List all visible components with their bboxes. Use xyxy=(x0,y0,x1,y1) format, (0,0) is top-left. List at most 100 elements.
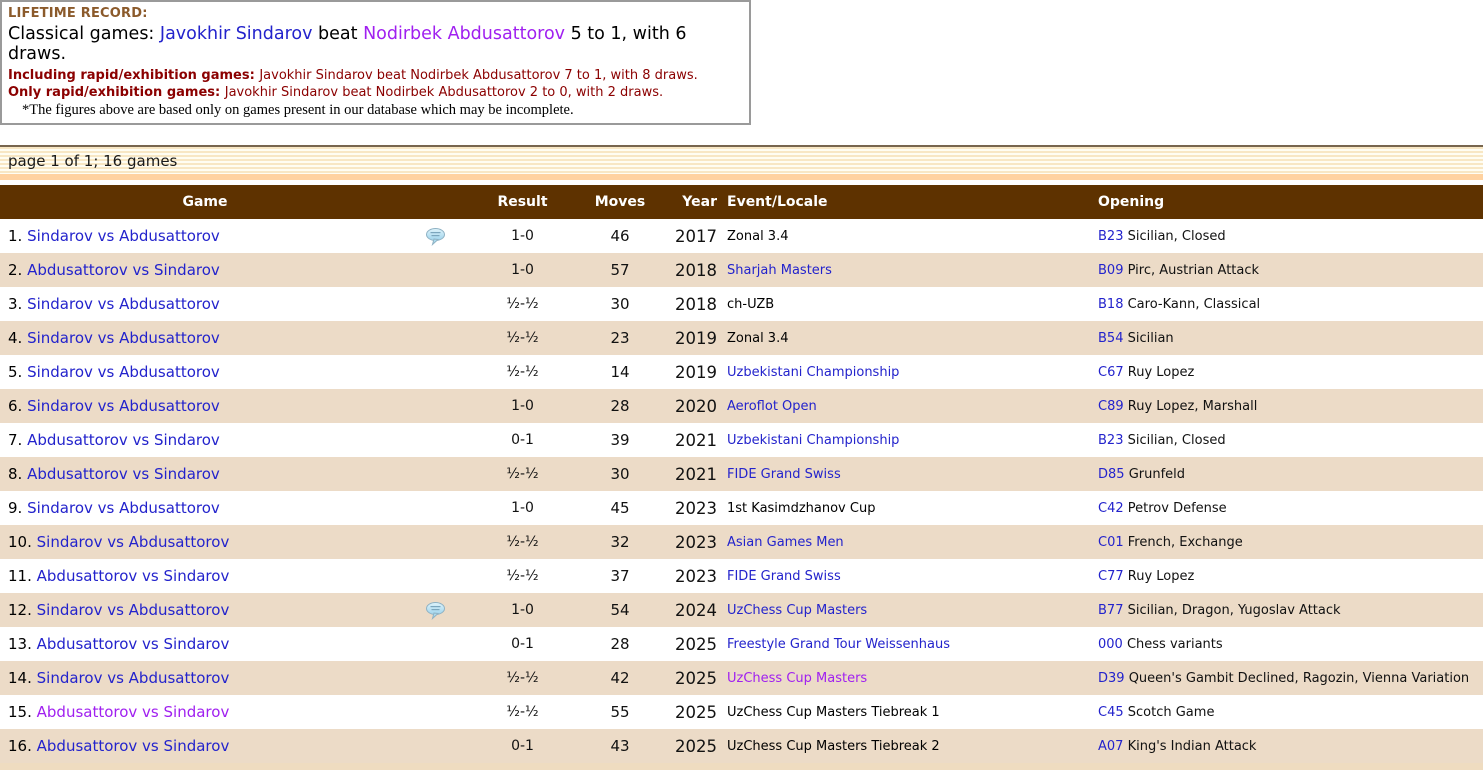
game-number: 5. xyxy=(8,363,22,381)
year-cell: 2025 xyxy=(655,729,717,763)
eco-code-link[interactable]: D39 xyxy=(1098,671,1125,686)
opening-name: Grunfeld xyxy=(1129,467,1185,482)
kibitz-bubble-icon[interactable] xyxy=(425,602,446,620)
event-link: UzChess Cup Masters Tiebreak 2 xyxy=(727,739,940,754)
game-link[interactable]: Sindarov vs Abdusattorov xyxy=(27,363,220,381)
moves-cell: 42 xyxy=(585,661,655,695)
player1-link[interactable]: Javokhir Sindarov xyxy=(160,24,313,44)
eco-code-link[interactable]: A07 xyxy=(1098,739,1123,754)
event-link[interactable]: Sharjah Masters xyxy=(727,263,832,278)
moves-cell: 32 xyxy=(585,525,655,559)
game-link[interactable]: Sindarov vs Abdusattorov xyxy=(37,533,230,551)
next-row-sliver xyxy=(0,763,1483,770)
eco-code-link[interactable]: C45 xyxy=(1098,705,1124,720)
game-number: 10. xyxy=(8,533,32,551)
only-rapid-label: Only rapid/exhibition games: xyxy=(8,85,225,100)
result-cell: 1-0 xyxy=(460,219,585,253)
table-row: 4. Sindarov vs Abdusattorov ½-½ 23 2019 … xyxy=(0,321,1483,355)
eco-code-link[interactable]: B09 xyxy=(1098,263,1123,278)
player2-link[interactable]: Nodirbek Abdusattorov xyxy=(363,24,565,44)
table-row: 7. Abdusattorov vs Sindarov 0-1 39 2021 … xyxy=(0,423,1483,457)
table-row: 5. Sindarov vs Abdusattorov ½-½ 14 2019 … xyxy=(0,355,1483,389)
moves-cell: 54 xyxy=(585,593,655,627)
event-link[interactable]: Asian Games Men xyxy=(727,535,844,550)
opening-name: Chess variants xyxy=(1127,637,1223,652)
game-link[interactable]: Abdusattorov vs Sindarov xyxy=(37,737,230,755)
result-cell: 1-0 xyxy=(460,593,585,627)
opening-name: Sicilian xyxy=(1128,331,1174,346)
eco-code-link[interactable]: B23 xyxy=(1098,229,1123,244)
table-row: 16. Abdusattorov vs Sindarov 0-1 43 2025… xyxy=(0,729,1483,763)
event-link[interactable]: UzChess Cup Masters xyxy=(727,603,867,618)
game-number: 15. xyxy=(8,703,32,721)
event-link[interactable]: FIDE Grand Swiss xyxy=(727,569,841,584)
event-link: 1st Kasimdzhanov Cup xyxy=(727,501,875,516)
game-link[interactable]: Sindarov vs Abdusattorov xyxy=(37,669,230,687)
game-link[interactable]: Abdusattorov vs Sindarov xyxy=(27,261,220,279)
header-opening: Opening xyxy=(1090,185,1483,219)
game-link[interactable]: Sindarov vs Abdusattorov xyxy=(27,329,220,347)
year-cell: 2019 xyxy=(655,355,717,389)
game-link[interactable]: Sindarov vs Abdusattorov xyxy=(27,295,220,313)
game-number: 14. xyxy=(8,669,32,687)
event-link[interactable]: Freestyle Grand Tour Weissenhaus xyxy=(727,637,950,652)
year-cell: 2024 xyxy=(655,593,717,627)
opening-name: Ruy Lopez xyxy=(1128,569,1195,584)
eco-code-link[interactable]: C89 xyxy=(1098,399,1124,414)
result-cell: 0-1 xyxy=(460,729,585,763)
eco-code-link[interactable]: C77 xyxy=(1098,569,1124,584)
table-row: 11. Abdusattorov vs Sindarov ½-½ 37 2023… xyxy=(0,559,1483,593)
result-cell: 0-1 xyxy=(460,423,585,457)
year-cell: 2025 xyxy=(655,661,717,695)
game-link[interactable]: Sindarov vs Abdusattorov xyxy=(27,499,220,517)
result-cell: ½-½ xyxy=(460,321,585,355)
game-link[interactable]: Abdusattorov vs Sindarov xyxy=(37,567,230,585)
eco-code-link[interactable]: B77 xyxy=(1098,603,1123,618)
moves-cell: 46 xyxy=(585,219,655,253)
game-link[interactable]: Sindarov vs Abdusattorov xyxy=(27,227,220,245)
eco-code-link[interactable]: C42 xyxy=(1098,501,1124,516)
game-link[interactable]: Abdusattorov vs Sindarov xyxy=(37,703,230,721)
event-link[interactable]: Aeroflot Open xyxy=(727,399,817,414)
event-link[interactable]: FIDE Grand Swiss xyxy=(727,467,841,482)
kibitz-bubble-icon[interactable] xyxy=(425,228,446,246)
opening-name: Sicilian, Closed xyxy=(1128,229,1226,244)
moves-cell: 57 xyxy=(585,253,655,287)
event-link[interactable]: Uzbekistani Championship xyxy=(727,365,899,380)
table-row: 2. Abdusattorov vs Sindarov 1-0 57 2018 … xyxy=(0,253,1483,287)
game-link[interactable]: Abdusattorov vs Sindarov xyxy=(27,465,220,483)
opening-name: Ruy Lopez xyxy=(1128,365,1195,380)
game-link[interactable]: Abdusattorov vs Sindarov xyxy=(37,635,230,653)
year-cell: 2021 xyxy=(655,457,717,491)
eco-code-link[interactable]: B18 xyxy=(1098,297,1123,312)
eco-code-link[interactable]: 000 xyxy=(1098,637,1123,652)
table-row: 9. Sindarov vs Abdusattorov 1-0 45 2023 … xyxy=(0,491,1483,525)
game-number: 16. xyxy=(8,737,32,755)
event-link[interactable]: Uzbekistani Championship xyxy=(727,433,899,448)
result-cell: ½-½ xyxy=(460,661,585,695)
including-rapid-line: Including rapid/exhibition games: Javokh… xyxy=(8,67,741,84)
eco-code-link[interactable]: B23 xyxy=(1098,433,1123,448)
event-link[interactable]: UzChess Cup Masters xyxy=(727,671,867,686)
table-row: 1. Sindarov vs Abdusattorov 1-0 46 2017 xyxy=(0,219,1483,253)
table-row: 10. Sindarov vs Abdusattorov ½-½ 32 2023… xyxy=(0,525,1483,559)
moves-cell: 37 xyxy=(585,559,655,593)
header-event: Event/Locale xyxy=(717,185,1090,219)
header-year: Year xyxy=(655,185,717,219)
result-cell: ½-½ xyxy=(460,525,585,559)
pagination-bar: page 1 of 1; 16 games xyxy=(0,145,1483,180)
game-number: 8. xyxy=(8,465,22,483)
pagination-text: page 1 of 1; 16 games xyxy=(8,152,177,170)
eco-code-link[interactable]: C67 xyxy=(1098,365,1124,380)
lifetime-record-box: LIFETIME RECORD: Classical games: Javokh… xyxy=(0,0,751,125)
eco-code-link[interactable]: D85 xyxy=(1098,467,1125,482)
game-link[interactable]: Sindarov vs Abdusattorov xyxy=(37,601,230,619)
moves-cell: 28 xyxy=(585,627,655,661)
game-number: 2. xyxy=(8,261,22,279)
year-cell: 2023 xyxy=(655,491,717,525)
eco-code-link[interactable]: B54 xyxy=(1098,331,1123,346)
eco-code-link[interactable]: C01 xyxy=(1098,535,1124,550)
game-link[interactable]: Sindarov vs Abdusattorov xyxy=(27,397,220,415)
event-link: Zonal 3.4 xyxy=(727,331,788,346)
game-link[interactable]: Abdusattorov vs Sindarov xyxy=(27,431,220,449)
